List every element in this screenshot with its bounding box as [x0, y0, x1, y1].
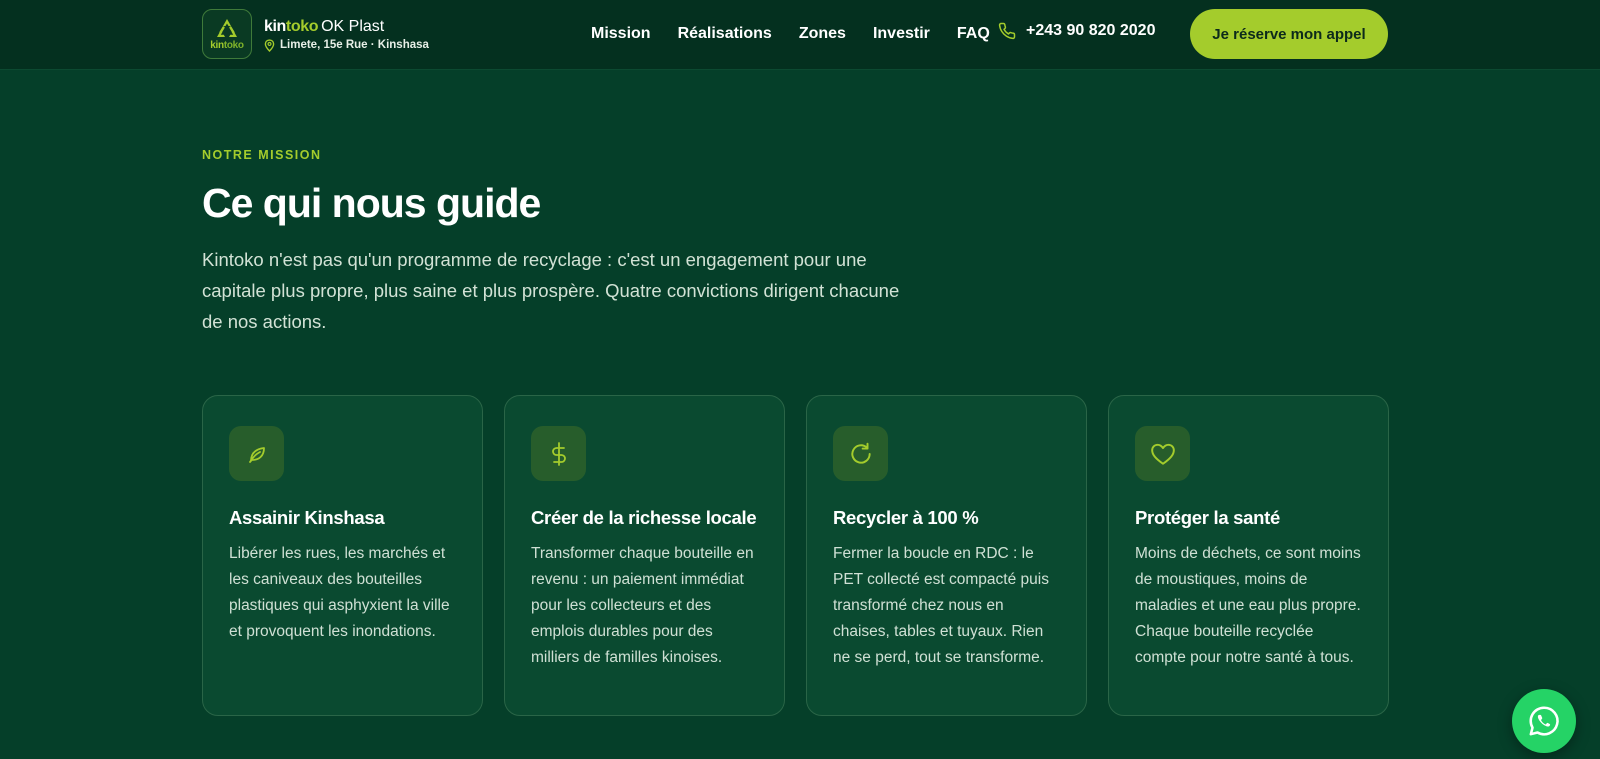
nav-link-investir[interactable]: Investir — [873, 25, 930, 43]
leaf-icon — [248, 446, 265, 463]
card-title: Assainir Kinshasa — [229, 507, 385, 528]
mission-cards: Assainir Kinshasa Libérer les rues, les … — [202, 395, 1389, 716]
logo-word-part2: toko — [223, 40, 244, 51]
card-text: Transformer chaque bouteille en revenu :… — [531, 545, 754, 666]
mission-card: Protéger la santé Moins de déchets, ce s… — [1108, 395, 1389, 716]
recycle-icon — [217, 19, 237, 37]
nav-link-faq[interactable]: FAQ — [957, 25, 990, 43]
brand-logo[interactable]: kintoko — [202, 9, 252, 59]
brand[interactable]: kintoko kintoko OK Plast Limete, 15e Rue … — [202, 9, 429, 59]
mission-card: Assainir Kinshasa Libérer les rues, les … — [202, 395, 483, 716]
logo-wordmark: kintoko — [210, 40, 244, 51]
section-intro: Kintoko n'est pas qu'un programme de rec… — [202, 249, 900, 332]
logo-word-part1: kin — [210, 40, 224, 51]
card-icon-box — [1135, 426, 1190, 481]
card-icon-box — [531, 426, 586, 481]
card-icon-box — [833, 426, 888, 481]
section-eyebrow: NOTRE MISSION — [202, 148, 322, 162]
whatsapp-icon — [1529, 706, 1559, 736]
card-text: Fermer la boucle en RDC : le PET collect… — [833, 545, 1049, 666]
brand-name-suffix: OK Plast — [321, 17, 385, 35]
nav-link-mission[interactable]: Mission — [591, 25, 651, 43]
book-call-button[interactable]: Je réserve mon appel — [1190, 9, 1388, 59]
brand-address: Limete, 15e Rue · Kinshasa — [264, 38, 429, 52]
heart-icon — [1150, 443, 1175, 465]
mission-card: Recycler à 100 % Fermer la boucle en RDC… — [806, 395, 1087, 716]
brand-text: kintoko OK Plast Limete, 15e Rue · Kinsha… — [264, 17, 429, 52]
whatsapp-button[interactable] — [1512, 689, 1576, 753]
nav-link-realisations[interactable]: Réalisations — [678, 25, 772, 43]
card-text: Moins de déchets, ce sont moins de moust… — [1135, 545, 1361, 666]
card-text: Libérer les rues, les marchés et les can… — [229, 545, 450, 640]
nav-link-zones[interactable]: Zones — [799, 25, 846, 43]
brand-name-part1: kin — [264, 17, 286, 35]
main-nav: Mission Réalisations Zones Investir FAQ — [591, 24, 1017, 44]
phone-link[interactable]: +243 90 820 2020 — [998, 22, 1155, 40]
site-header: kintoko kintoko OK Plast Limete, 15e Rue … — [0, 0, 1600, 70]
brand-name-part2: toko — [285, 17, 319, 35]
phone-icon — [998, 22, 1016, 40]
card-title: Recycler à 100 % — [833, 507, 979, 528]
brand-name: kintoko OK Plast — [264, 17, 429, 37]
location-pin-icon — [264, 38, 275, 52]
card-icon-box — [229, 426, 284, 481]
section-title: Ce qui nous guide — [202, 180, 541, 226]
refresh-icon — [850, 442, 871, 464]
card-title: Protéger la santé — [1135, 507, 1281, 528]
dollar-icon — [551, 441, 566, 466]
mission-card: Créer de la richesse locale Transformer … — [504, 395, 785, 716]
phone-number: +243 90 820 2020 — [1026, 22, 1156, 39]
card-title: Créer de la richesse locale — [531, 507, 757, 528]
address-text: Limete, 15e Rue · Kinshasa — [280, 39, 429, 51]
